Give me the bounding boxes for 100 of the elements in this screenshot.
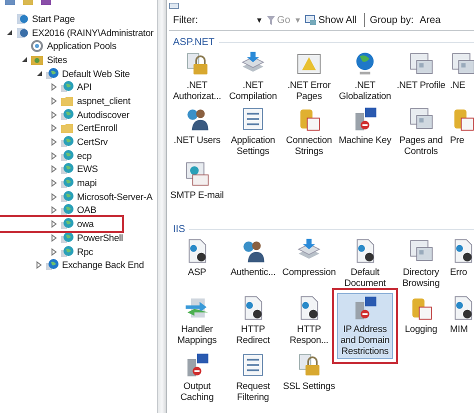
window-icon — [408, 106, 434, 132]
list-icon — [240, 106, 266, 132]
expand-arrow-icon[interactable] — [51, 179, 57, 188]
window-icon — [305, 15, 316, 25]
feature-tile[interactable]: Logging — [393, 293, 449, 337]
funnel-icon — [267, 16, 275, 24]
expand-arrow-icon[interactable] — [51, 192, 57, 201]
expand-arrow-icon[interactable] — [51, 248, 57, 256]
globe-icon — [60, 162, 74, 176]
group-by-label: Group by: — [370, 14, 414, 26]
filter-dropdown[interactable]: ▾ — [257, 15, 262, 25]
globe-icon — [60, 190, 74, 204]
globe-icon — [60, 108, 74, 122]
globe-icon — [60, 176, 74, 190]
feature-tile[interactable]: .NE — [449, 49, 474, 93]
feature-tile[interactable]: Directory Browsing — [393, 236, 449, 291]
tree-item[interactable]: EWS — [77, 163, 98, 176]
feature-tile[interactable]: Handler Mappings — [169, 293, 225, 348]
expand-arrow-icon[interactable] — [51, 220, 57, 228]
feature-tile[interactable]: Pre — [449, 104, 474, 148]
group-by-dropdown[interactable]: Area — [416, 14, 441, 26]
feature-tile[interactable]: Application Settings — [225, 104, 281, 159]
feature-tile[interactable]: .NET Compilation — [225, 49, 281, 104]
show-all-button[interactable]: Show All — [303, 14, 359, 26]
folder-icon — [60, 121, 74, 136]
tree-item[interactable]: Microsoft-Server-A — [77, 190, 152, 203]
globe-icon — [45, 258, 59, 272]
tree-item[interactable]: OAB — [77, 204, 96, 216]
tree-item[interactable]: Application Pools — [47, 40, 116, 52]
feature-tile[interactable]: .NET Profile — [393, 49, 449, 93]
feature-tile[interactable]: MIM — [449, 293, 474, 337]
tree-item[interactable]: CertEnroll — [77, 122, 118, 134]
window-icon — [169, 3, 179, 9]
expand-arrow-icon[interactable] — [51, 152, 57, 160]
globe-icon — [45, 66, 59, 81]
toolbar-icon[interactable] — [4, 0, 16, 6]
feature-tile[interactable]: Compression — [281, 236, 337, 280]
toolbar-icon[interactable] — [40, 0, 52, 6]
padlock-icon — [184, 51, 210, 77]
feature-tile[interactable]: Erro — [449, 236, 474, 280]
feature-tile[interactable]: Machine Key — [337, 104, 393, 148]
tree-item[interactable]: owa — [77, 218, 94, 230]
tree-item[interactable]: Start Page — [32, 12, 75, 25]
collapse-arrow-icon[interactable] — [36, 70, 42, 78]
collapse-arrow-icon[interactable] — [20, 56, 28, 64]
padlock-icon — [296, 352, 322, 378]
expand-arrow-icon[interactable] — [51, 206, 57, 214]
collapse-arrow-icon[interactable] — [6, 29, 12, 36]
feature-tile[interactable]: SSL Settings — [281, 350, 337, 394]
mail-icon — [184, 161, 210, 187]
expand-arrow-icon[interactable] — [51, 110, 57, 119]
window-icon — [408, 51, 434, 77]
feature-tile[interactable]: Output Caching — [169, 350, 225, 405]
window-icon — [408, 238, 434, 264]
expand-arrow-icon[interactable] — [51, 138, 57, 146]
expand-arrow-icon[interactable] — [51, 234, 57, 242]
tree-item[interactable]: Default Web Site — [62, 68, 130, 80]
group-heading: IIS — [173, 224, 186, 234]
group-heading: ASP.NET — [173, 36, 214, 48]
tree-item[interactable]: API — [77, 81, 92, 94]
feature-tile[interactable]: Pages and Controls — [393, 104, 449, 159]
tree-item[interactable]: Autodiscover — [77, 108, 130, 121]
feature-tile[interactable]: ASP — [169, 236, 225, 280]
feature-tile[interactable]: .NET Authorizat... — [169, 49, 225, 104]
globe-icon — [60, 203, 74, 218]
tree-item[interactable]: EX2016 (RAINY\Administrator — [32, 26, 154, 39]
tree-item[interactable]: PowerShell — [77, 232, 123, 244]
feature-tile[interactable]: HTTP Redirect — [225, 293, 281, 348]
feature-tile[interactable]: Connection Strings — [281, 104, 337, 159]
feature-tile[interactable]: .NET Error Pages — [281, 49, 337, 104]
tree-item[interactable]: CertSrv — [77, 136, 108, 148]
page-icon — [15, 12, 29, 26]
list-icon — [240, 352, 266, 378]
feature-tile[interactable]: Authentic... — [225, 236, 281, 280]
globe-icon — [60, 148, 74, 163]
filter-label: Filter: — [173, 14, 199, 26]
server-icon — [15, 26, 29, 40]
globe-icon — [60, 230, 74, 245]
tree-item[interactable]: mapi — [77, 177, 97, 190]
tree-item[interactable]: Sites — [47, 54, 68, 66]
warning-icon — [296, 51, 322, 77]
feature-tile[interactable]: .NET Globalization — [337, 49, 393, 104]
feature-tile[interactable]: Default Document — [337, 236, 393, 291]
tree-item[interactable]: Rpc — [77, 246, 94, 258]
tree-item[interactable]: Exchange Back End — [62, 259, 144, 272]
globe-icon — [60, 80, 74, 94]
globe-icon — [60, 244, 74, 259]
tree-item[interactable]: ecp — [77, 150, 92, 162]
expand-arrow-icon[interactable] — [51, 83, 57, 92]
expand-arrow-icon[interactable] — [36, 261, 42, 270]
window-icon — [450, 51, 474, 77]
expand-arrow-icon[interactable] — [51, 165, 57, 174]
globe-icon — [60, 135, 74, 150]
expand-arrow-icon[interactable] — [51, 124, 57, 132]
feature-tile[interactable]: HTTP Respon... — [281, 293, 337, 348]
expand-arrow-icon[interactable] — [51, 96, 57, 105]
tree-item[interactable]: aspnet_client — [77, 94, 130, 107]
feature-tile[interactable]: .NET Users — [169, 104, 225, 148]
feature-tile[interactable]: Request Filtering — [225, 350, 281, 405]
feature-tile[interactable]: SMTP E-mail — [169, 159, 225, 203]
